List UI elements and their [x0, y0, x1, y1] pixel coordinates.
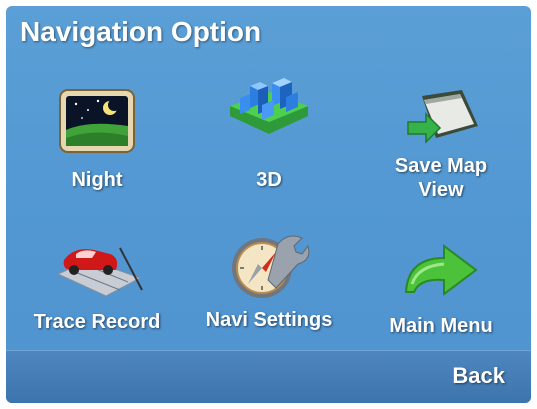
- 3d-label: 3D: [256, 169, 282, 191]
- trace-record-button[interactable]: Trace Record: [12, 220, 182, 334]
- save-map-view-label: Save Map View: [395, 154, 487, 202]
- 3d-icon: [221, 74, 317, 154]
- navigation-option-screen: Navigation Option Night 3D Save Map View…: [6, 6, 531, 403]
- back-button[interactable]: Back: [452, 363, 505, 389]
- 3d-button[interactable]: 3D: [184, 74, 354, 192]
- navi-settings-button[interactable]: Navi Settings: [184, 220, 354, 332]
- main-menu-label: Main Menu: [389, 315, 493, 337]
- save-map-view-icon: [393, 74, 489, 154]
- trace-record-label: Trace Record: [33, 311, 161, 333]
- trace-record-icon: [49, 220, 145, 300]
- night-button[interactable]: Night: [12, 74, 182, 192]
- save-map-view-label-line1: Save Map: [394, 155, 488, 177]
- save-map-view-button[interactable]: Save Map View: [356, 74, 526, 202]
- footer-bar: Back: [6, 350, 531, 403]
- night-label: Night: [71, 169, 123, 191]
- save-map-view-label-line2: View: [418, 179, 464, 201]
- navi-settings-label: Navi Settings: [205, 309, 333, 331]
- navi-settings-icon: [221, 220, 317, 300]
- main-menu-icon: [393, 220, 489, 300]
- main-menu-button[interactable]: Main Menu: [356, 220, 526, 338]
- night-icon: [49, 74, 145, 154]
- page-title: Navigation Option: [20, 16, 262, 47]
